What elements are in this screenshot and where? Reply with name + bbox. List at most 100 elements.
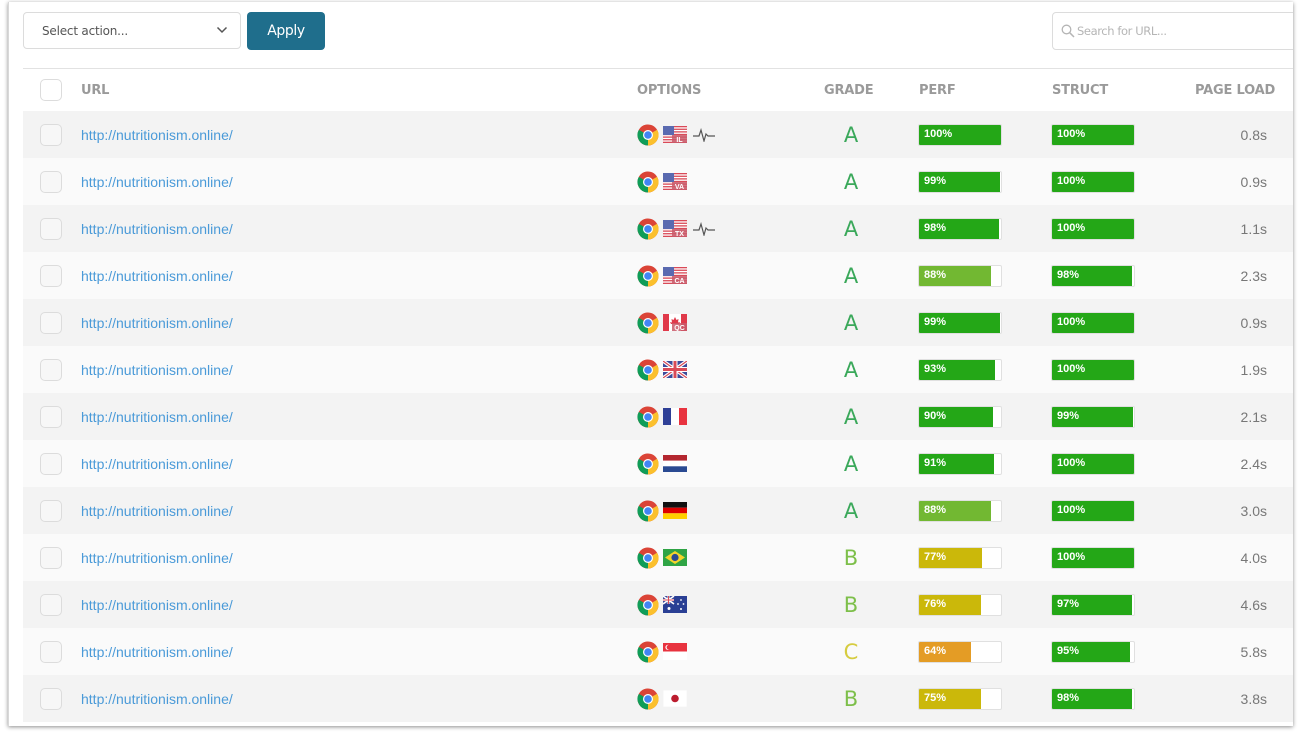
grade-badge: B — [843, 686, 859, 711]
table-row: http://nutritionism.online/ C 64% 95% 5.… — [23, 628, 1293, 675]
row-checkbox[interactable] — [40, 405, 62, 428]
chevron-down-icon — [216, 26, 228, 34]
page-load-time: 0.9s — [1240, 314, 1267, 331]
url-link[interactable]: http://nutritionism.online/ — [81, 315, 233, 331]
select-all-checkbox[interactable] — [40, 79, 62, 101]
struct-score-label: 100% — [1057, 456, 1086, 469]
perf-score-label: 75% — [924, 691, 947, 704]
chrome-icon — [637, 594, 659, 615]
apply-button[interactable]: Apply — [247, 12, 325, 50]
svg-text:TX: TX — [675, 231, 684, 237]
chrome-icon — [637, 124, 659, 145]
row-checkbox[interactable] — [40, 264, 62, 287]
table-header: URL OPTIONS GRADE PERF STRUCT PAGE LOAD — [23, 69, 1293, 111]
url-link[interactable]: http://nutritionism.online/ — [81, 503, 233, 519]
row-checkbox[interactable] — [40, 123, 62, 146]
row-checkbox[interactable] — [40, 687, 62, 710]
struct-score-label: 100% — [1057, 174, 1086, 187]
perf-score-label: 77% — [924, 550, 947, 563]
chrome-icon — [637, 171, 659, 192]
table-row: http://nutritionism.online/ A 93% 100% 1… — [23, 346, 1293, 393]
row-checkbox[interactable] — [40, 546, 62, 569]
url-link[interactable]: http://nutritionism.online/ — [81, 221, 233, 237]
options-cell — [637, 594, 687, 616]
row-checkbox[interactable] — [40, 452, 62, 475]
url-link[interactable]: http://nutritionism.online/ — [81, 597, 233, 613]
row-checkbox[interactable] — [40, 640, 62, 663]
row-checkbox[interactable] — [40, 593, 62, 616]
url-link[interactable]: http://nutritionism.online/ — [81, 644, 233, 660]
column-header-perf[interactable]: PERF — [919, 83, 956, 98]
struct-score-label: 100% — [1057, 221, 1086, 234]
table-row: http://nutritionism.online/ QC A 99% 100… — [23, 299, 1293, 346]
url-link[interactable]: http://nutritionism.online/ — [81, 409, 233, 425]
perf-score-bar: 99% — [918, 170, 1002, 193]
column-header-grade[interactable]: GRADE — [824, 83, 874, 98]
perf-score-bar: 64% — [918, 640, 1002, 663]
grade-badge: A — [843, 263, 859, 288]
url-link[interactable]: http://nutritionism.online/ — [81, 127, 233, 143]
page-load-time: 1.9s — [1240, 361, 1267, 378]
results-panel: Select action... Apply Search for URL...… — [8, 2, 1293, 726]
flag-br-icon — [663, 549, 687, 566]
url-link[interactable]: http://nutritionism.online/ — [81, 456, 233, 472]
struct-score-label: 100% — [1057, 550, 1086, 563]
options-cell — [637, 547, 687, 569]
url-link[interactable]: http://nutritionism.online/ — [81, 550, 233, 566]
flag-au-icon — [663, 596, 687, 613]
svg-text:VA: VA — [675, 184, 684, 190]
perf-score-bar: 99% — [918, 311, 1002, 334]
struct-score-bar: 100% — [1051, 311, 1135, 334]
svg-text:IL: IL — [676, 137, 683, 143]
chrome-icon — [637, 688, 659, 709]
grade-badge: A — [843, 451, 859, 476]
table-row: http://nutritionism.online/ B 75% 98% 3.… — [23, 675, 1293, 722]
column-header-page-load[interactable]: PAGE LOAD — [1195, 83, 1275, 98]
row-checkbox[interactable] — [40, 358, 62, 381]
chrome-icon — [637, 641, 659, 662]
row-checkbox[interactable] — [40, 499, 62, 522]
column-header-struct[interactable]: STRUCT — [1052, 83, 1108, 98]
chrome-icon — [637, 218, 659, 239]
bulk-action-select[interactable]: Select action... — [23, 12, 241, 49]
flag-nl-icon — [663, 455, 687, 472]
search-url-placeholder: Search for URL... — [1077, 24, 1167, 38]
struct-score-bar: 100% — [1051, 499, 1135, 522]
row-checkbox[interactable] — [40, 217, 62, 240]
url-link[interactable]: http://nutritionism.online/ — [81, 362, 233, 378]
row-checkbox[interactable] — [40, 170, 62, 193]
struct-score-label: 95% — [1057, 644, 1080, 657]
page-load-time: 2.1s — [1240, 408, 1267, 425]
grade-badge: B — [843, 545, 859, 570]
page-load-time: 1.1s — [1240, 220, 1267, 237]
options-cell — [637, 453, 687, 475]
perf-score-bar: 91% — [918, 452, 1002, 475]
perf-score-bar: 98% — [918, 217, 1002, 240]
struct-score-label: 100% — [1057, 362, 1086, 375]
struct-score-bar: 95% — [1051, 640, 1135, 663]
struct-score-label: 97% — [1057, 597, 1080, 610]
perf-score-bar: 88% — [918, 499, 1002, 522]
grade-badge: C — [843, 639, 859, 664]
column-header-options: OPTIONS — [637, 82, 702, 98]
flag-ca-icon: QC — [663, 314, 687, 331]
flag-gb-icon — [663, 361, 687, 378]
options-cell — [637, 359, 687, 381]
options-cell: QC — [637, 312, 687, 334]
page-load-time: 0.9s — [1240, 173, 1267, 190]
flag-de-icon — [663, 502, 687, 519]
chrome-icon — [637, 500, 659, 521]
perf-score-bar: 88% — [918, 264, 1002, 287]
perf-score-label: 99% — [924, 174, 947, 187]
url-link[interactable]: http://nutritionism.online/ — [81, 174, 233, 190]
url-link[interactable]: http://nutritionism.online/ — [81, 268, 233, 284]
struct-score-bar: 98% — [1051, 687, 1135, 710]
row-checkbox[interactable] — [40, 311, 62, 334]
url-link[interactable]: http://nutritionism.online/ — [81, 691, 233, 707]
page-load-time: 4.6s — [1240, 596, 1267, 613]
search-url-input[interactable]: Search for URL... — [1052, 12, 1293, 50]
page-load-time: 3.8s — [1240, 690, 1267, 707]
chrome-icon — [637, 406, 659, 427]
grade-badge: A — [843, 216, 859, 241]
column-header-url[interactable]: URL — [81, 83, 109, 98]
